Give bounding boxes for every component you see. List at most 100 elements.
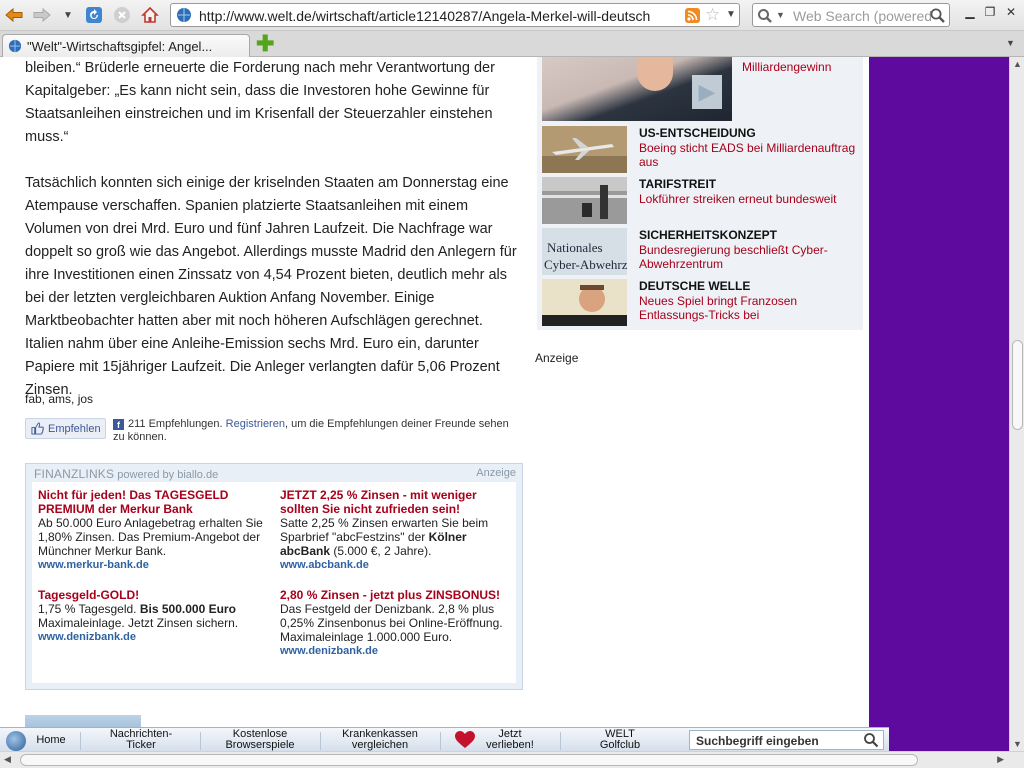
search-icon[interactable]: [863, 732, 879, 748]
teaser-headline[interactable]: Neues Spiel bringt Franzosen Entlassungs…: [639, 294, 864, 322]
ad-url[interactable]: www.denizbank.de: [280, 644, 516, 658]
url-dropdown-icon[interactable]: ▼: [726, 9, 736, 20]
engine-dropdown-icon[interactable]: ▼: [776, 10, 785, 20]
ad-url[interactable]: www.denizbank.de: [38, 630, 274, 644]
url-text[interactable]: http://www.welt.de/wirtschaft/article121…: [199, 8, 683, 24]
page-content: bleiben.“ Brüderle erneuerte die Forderu…: [0, 57, 869, 751]
train-station-thumbnail[interactable]: [542, 177, 627, 224]
quickbar-browserspiele[interactable]: Kostenlose Browserspiele: [200, 729, 320, 751]
search-icon[interactable]: [929, 7, 946, 24]
quickbar-separator: [440, 732, 441, 750]
rss-feed-icon[interactable]: [685, 8, 700, 23]
scroll-left-arrow-icon[interactable]: ◀: [4, 754, 11, 765]
ad-body: Ab 50.000 Euro Anlagebetrag erhalten Sie…: [38, 516, 263, 558]
facebook-like-row: Empfehlen f 211 Empfehlungen. Registriere…: [25, 416, 525, 446]
recommend-label: Empfehlen: [48, 423, 101, 435]
ad-body: Satte 2,25 % Zinsen erwarten Sie beim Sp…: [280, 516, 516, 558]
ad-title[interactable]: Nicht für jeden! Das TAGESGELD PREMIUM d…: [38, 488, 274, 516]
hero-face-shape: [637, 57, 673, 91]
teaser-headline[interactable]: Boeing sticht EADS bei Milliardenauftrag…: [639, 141, 864, 169]
recommend-count: 211 Empfehlungen.: [128, 418, 223, 430]
scroll-down-arrow-icon[interactable]: ▼: [1013, 739, 1022, 749]
tab-welt-article[interactable]: "Welt"-Wirtschaftsgipfel: Angel...: [2, 34, 250, 57]
globe-icon[interactable]: [6, 731, 26, 751]
facebook-icon: f: [113, 419, 124, 430]
stop-button[interactable]: [110, 4, 134, 26]
quickbar-krankenkassen[interactable]: Krankenkassen vergleichen: [320, 729, 440, 751]
teaser-cyber[interactable]: Nationales Cyber-Abwehrzentrum SICHERHEI…: [542, 228, 862, 275]
finanzlinks-title: FINANZLINKS: [34, 467, 115, 481]
plus-icon: ✚: [256, 31, 275, 56]
ad-title[interactable]: JETZT 2,25 % Zinsen - mit weniger sollte…: [280, 488, 516, 516]
back-arrow-icon: [5, 7, 23, 23]
back-button[interactable]: [2, 4, 26, 26]
thumb-text-line1: Nationales: [547, 240, 603, 255]
ad-title[interactable]: Tagesgeld-GOLD!: [38, 588, 274, 602]
reload-button[interactable]: [82, 4, 106, 26]
finanzlinks-header: FINANZLINKS powered by biallo.de: [34, 467, 218, 481]
bookmark-star-icon[interactable]: ☆: [705, 5, 720, 25]
teaser-deutsche-welle[interactable]: DEUTSCHE WELLE Neues Spiel bringt Franzo…: [542, 279, 862, 326]
ad-body-text: Maximaleinlage. Jetzt Zinsen sichern.: [38, 616, 239, 630]
home-button[interactable]: [138, 4, 162, 26]
teaser-kicker: TARIFSTREIT: [639, 177, 717, 191]
web-search-box[interactable]: ▼ Web Search (powered: [752, 3, 950, 27]
ad-url[interactable]: www.merkur-bank.de: [38, 558, 274, 572]
teaser-headline[interactable]: Bundesregierung beschließt Cyber-Abwehrz…: [639, 243, 864, 271]
article-paragraph: Tatsächlich konnten sich einige der kris…: [25, 175, 517, 398]
article-body: bleiben.“ Brüderle erneuerte die Forderu…: [25, 57, 525, 425]
ad-tagesgeld-gold[interactable]: Tagesgeld-GOLD! 1,75 % Tagesgeld. Bis 50…: [38, 588, 274, 644]
quickbar-separator: [80, 732, 81, 750]
teaser-lokfuehrer[interactable]: TARIFSTREIT Lokführer streiken erneut bu…: [542, 177, 862, 224]
facebook-recommend-button[interactable]: Empfehlen: [25, 418, 106, 439]
history-dropdown-button[interactable]: ▼: [56, 4, 80, 26]
minimize-button[interactable]: ▁: [963, 5, 977, 19]
teaser-kicker: SICHERHEITSKONZEPT: [639, 228, 778, 242]
tab-list-dropdown-icon[interactable]: ▼: [1006, 38, 1015, 48]
forward-arrow-icon: [33, 7, 51, 23]
register-link[interactable]: Registrieren: [226, 418, 285, 430]
airplane-thumbnail[interactable]: [542, 126, 627, 173]
ad-abcbank[interactable]: JETZT 2,25 % Zinsen - mit weniger sollte…: [280, 488, 516, 572]
ad-title[interactable]: 2,80 % Zinsen - jetzt plus ZINSBONUS!: [280, 588, 516, 602]
game-character-thumbnail[interactable]: [542, 279, 627, 326]
vertical-scroll-thumb[interactable]: [1012, 340, 1023, 430]
search-engine-icon[interactable]: [757, 8, 773, 24]
quickbar-verlieben[interactable]: Jetzt verlieben!: [480, 729, 540, 751]
reload-icon: [86, 7, 102, 23]
close-window-button[interactable]: ✕: [1004, 5, 1018, 19]
hero-photo[interactable]: ▶: [542, 57, 732, 121]
ad-denizbank-festgeld[interactable]: 2,80 % Zinsen - jetzt plus ZINSBONUS! Da…: [280, 588, 516, 658]
ad-body-text: 1,75 % Tagesgeld.: [38, 602, 140, 616]
quickbar-search-input[interactable]: Suchbegriff eingeben: [689, 730, 884, 750]
slideshow-next-arrow-icon[interactable]: ▶: [692, 75, 722, 109]
horizontal-scrollbar[interactable]: ◀ ▶: [0, 751, 1024, 768]
thumbs-up-icon: [31, 422, 44, 435]
teaser-boeing[interactable]: US-ENTSCHEIDUNG Boeing sticht EADS bei M…: [542, 126, 862, 173]
new-tab-button[interactable]: ✚: [256, 33, 274, 55]
cyber-abwehrzentrum-thumbnail[interactable]: Nationales Cyber-Abwehrzentrum: [542, 228, 627, 275]
quickbar-home[interactable]: Home: [30, 729, 72, 751]
article-paragraph: bleiben.“ Brüderle erneuerte die Forderu…: [25, 60, 495, 145]
restore-button[interactable]: ❐: [983, 5, 997, 19]
horizontal-scroll-thumb[interactable]: [20, 754, 918, 766]
teaser-kicker: DEUTSCHE WELLE: [639, 279, 751, 293]
ad-merkur-bank[interactable]: Nicht für jeden! Das TAGESGELD PREMIUM d…: [38, 488, 274, 572]
quickbar-golfclub[interactable]: WELT Golfclub: [560, 729, 680, 751]
heart-icon[interactable]: [455, 731, 475, 749]
scroll-up-arrow-icon[interactable]: ▲: [1013, 59, 1022, 69]
forward-button[interactable]: [30, 4, 54, 26]
ad-body: Das Festgeld der Denizbank. 2,8 % plus 0…: [280, 602, 503, 644]
url-bar[interactable]: http://www.welt.de/wirtschaft/article121…: [170, 3, 740, 27]
tab-strip: "Welt"-Wirtschaftsgipfel: Angel... ✚ ▼: [0, 31, 1024, 57]
sidebar-anzeige-label: Anzeige: [535, 351, 579, 365]
ad-url[interactable]: www.abcbank.de: [280, 558, 516, 572]
quickbar-nachrichten-ticker[interactable]: Nachrichten- Ticker: [82, 729, 200, 751]
vertical-scrollbar[interactable]: ▲ ▼: [1009, 57, 1024, 751]
hero-caption[interactable]: Milliardengewinn: [742, 60, 831, 74]
author-byline: fab, ams, jos: [25, 392, 94, 406]
teaser-headline[interactable]: Lokführer streiken erneut bundesweit: [639, 192, 864, 206]
ad-body-text: (5.000 €, 2 Jahre).: [330, 544, 432, 558]
restore-icon: ❐: [984, 5, 996, 19]
scroll-right-arrow-icon[interactable]: ▶: [997, 754, 1004, 765]
